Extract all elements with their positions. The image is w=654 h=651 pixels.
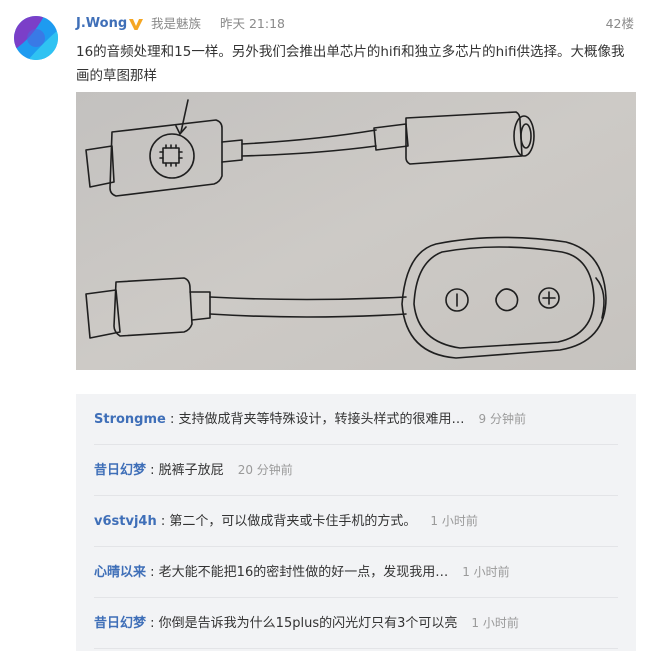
comment-text: 你倒是告诉我为什么15plus的闪光灯只有3个可以亮 xyxy=(158,616,458,631)
post-content: 16的音频处理和15一样。另外我们会推出单芯片的hifi和独立多芯片的hifi供… xyxy=(76,44,625,84)
comment-username[interactable]: 昔日幻梦 xyxy=(94,616,146,631)
user-badge: 我是魅族 xyxy=(151,16,202,31)
comment-separator: : xyxy=(156,514,170,529)
comment-username[interactable]: Strongme xyxy=(94,412,166,427)
comment-text: 支持做成背夹等特殊设计，转接头样式的很难用… xyxy=(178,412,465,427)
comment-username[interactable]: 昔日幻梦 xyxy=(94,463,146,478)
post-header: J.Wong 我是魅族 昨天 21:18 42楼 xyxy=(76,14,634,34)
comment-text: 脱裤子放屁 xyxy=(158,463,224,478)
floor-number: 42楼 xyxy=(605,16,634,31)
comment-separator: : xyxy=(146,616,159,631)
comment-item: Strongme : 支持做成背夹等特殊设计，转接头样式的很难用… 9 分钟前 xyxy=(94,394,618,445)
username-link[interactable]: J.Wong xyxy=(76,14,127,34)
comment-separator: : xyxy=(146,565,159,580)
comment-text: 老大能不能把16的密封性做的好一点，发现我用… xyxy=(158,565,449,580)
avatar[interactable] xyxy=(14,16,58,60)
sketch-photo[interactable] xyxy=(76,92,636,370)
comment-separator: : xyxy=(146,463,159,478)
post-time: 昨天 21:18 xyxy=(220,16,285,31)
comment-item: 心晴以来 : 老大能不能把16的密封性做的好一点，发现我用… 1 小时前 xyxy=(94,547,618,598)
comment-time: 1 小时前 xyxy=(462,565,510,579)
comment-time: 9 分钟前 xyxy=(478,412,526,426)
comment-time: 1 小时前 xyxy=(430,514,478,528)
comment-item: 昔日幻梦 : 你倒是告诉我为什么15plus的闪光灯只有3个可以亮 1 小时前 xyxy=(94,598,618,649)
post: J.Wong 我是魅族 昨天 21:18 42楼 16的音频处理和15一样。另外… xyxy=(0,0,654,651)
verified-icon xyxy=(128,16,144,32)
comment-time: 1 小时前 xyxy=(471,616,519,630)
comment-username[interactable]: v6stvj4h xyxy=(94,514,157,529)
comment-item: 昔日幻梦 : 脱裤子放屁 20 分钟前 xyxy=(94,445,618,496)
comment-item: v6stvj4h : 第二个，可以做成背夹或卡住手机的方式。 1 小时前 xyxy=(94,496,618,547)
comment-text: 第二个，可以做成背夹或卡住手机的方式。 xyxy=(169,514,417,529)
comment-separator: : xyxy=(165,412,179,427)
comment-list: Strongme : 支持做成背夹等特殊设计，转接头样式的很难用… 9 分钟前 昔… xyxy=(76,394,636,651)
comment-username[interactable]: 心晴以来 xyxy=(94,565,146,580)
comment-time: 20 分钟前 xyxy=(237,463,293,477)
